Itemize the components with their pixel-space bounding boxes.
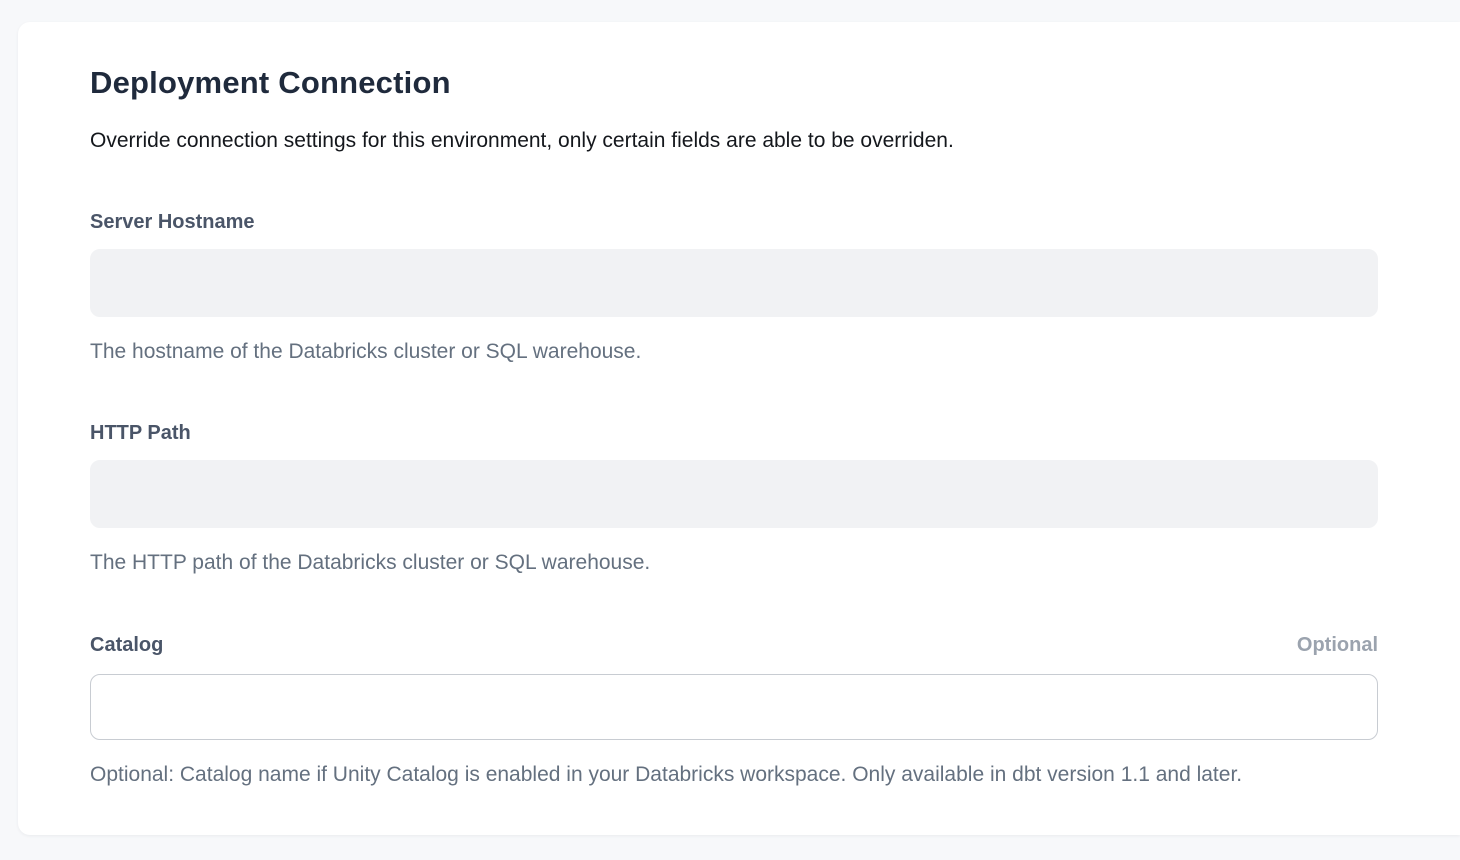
field-http-path: HTTP Path The HTTP path of the Databrick… xyxy=(90,420,1378,576)
server-hostname-helper: The hostname of the Databricks cluster o… xyxy=(90,338,1378,365)
field-label-row: Catalog Optional xyxy=(90,632,1378,658)
page-subtitle: Override connection settings for this en… xyxy=(90,127,1378,154)
catalog-label: Catalog xyxy=(90,632,163,658)
field-server-hostname: Server Hostname The hostname of the Data… xyxy=(90,209,1378,365)
field-label-row: HTTP Path xyxy=(90,420,1378,446)
optional-badge: Optional xyxy=(1297,634,1378,657)
http-path-input xyxy=(90,460,1378,528)
http-path-helper: The HTTP path of the Databricks cluster … xyxy=(90,549,1378,576)
field-catalog: Catalog Optional Optional: Catalog name … xyxy=(90,632,1378,788)
field-label-row: Server Hostname xyxy=(90,209,1378,235)
deployment-connection-card: Deployment Connection Override connectio… xyxy=(18,22,1460,835)
server-hostname-input xyxy=(90,249,1378,317)
catalog-helper: Optional: Catalog name if Unity Catalog … xyxy=(90,761,1378,788)
page-title: Deployment Connection xyxy=(90,64,1378,103)
catalog-input[interactable] xyxy=(90,674,1378,740)
server-hostname-label: Server Hostname xyxy=(90,209,255,235)
http-path-label: HTTP Path xyxy=(90,420,191,446)
deployment-connection-content: Deployment Connection Override connectio… xyxy=(90,64,1378,788)
